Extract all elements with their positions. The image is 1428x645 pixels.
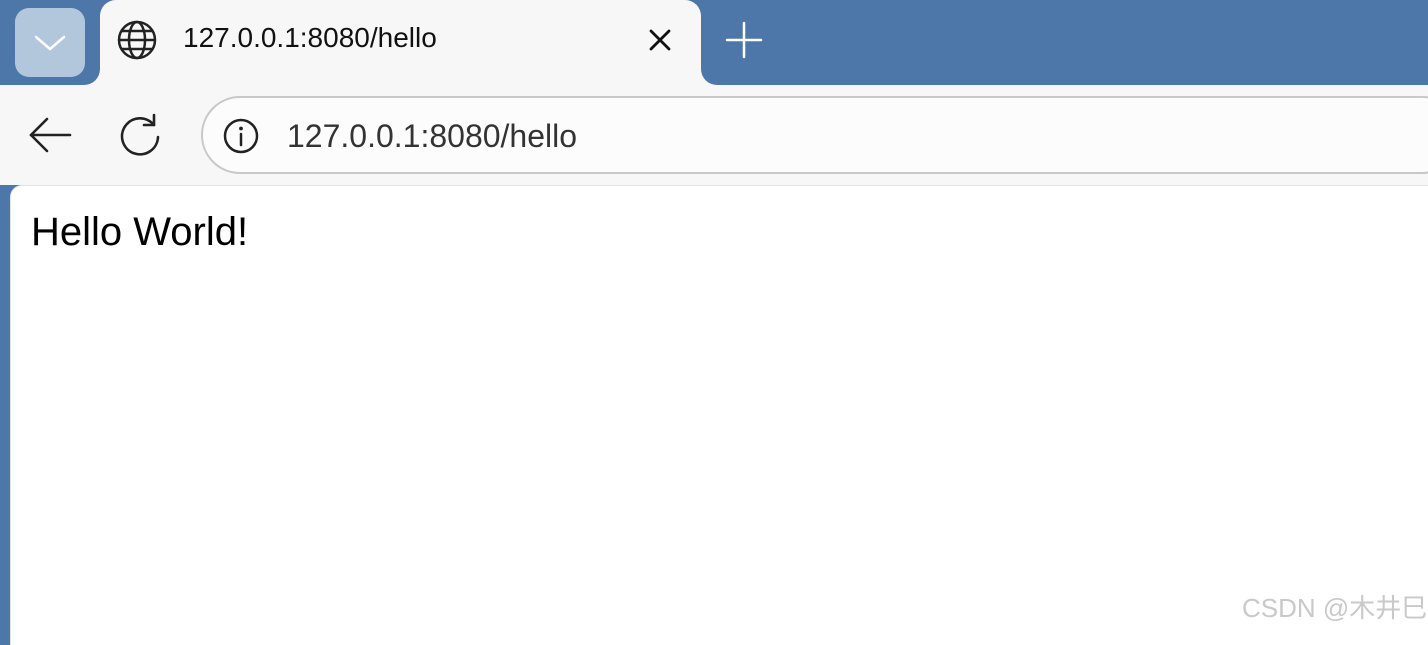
globe-icon xyxy=(117,20,157,60)
arrow-left-icon[interactable] xyxy=(26,111,74,159)
chevron-down-icon xyxy=(34,35,66,50)
browser-toolbar: 127.0.0.1:8080/hello xyxy=(0,85,1428,185)
page-viewport: Hello World! xyxy=(10,185,1428,645)
info-icon[interactable] xyxy=(221,116,261,156)
tab-strip: 127.0.0.1:8080/hello xyxy=(0,0,1428,85)
tab-title: 127.0.0.1:8080/hello xyxy=(183,22,437,53)
tab-search-button[interactable] xyxy=(15,8,85,77)
tab-active[interactable]: 127.0.0.1:8080/hello xyxy=(100,0,701,85)
page-body-text: Hello World! xyxy=(31,210,249,254)
url-text[interactable]: 127.0.0.1:8080/hello xyxy=(287,118,577,155)
close-icon[interactable] xyxy=(644,24,676,56)
address-bar[interactable]: 127.0.0.1:8080/hello xyxy=(201,96,1428,174)
watermark: CSDN @木井巳 xyxy=(1242,593,1428,623)
reload-icon[interactable] xyxy=(116,111,164,159)
plus-icon[interactable] xyxy=(722,18,766,62)
